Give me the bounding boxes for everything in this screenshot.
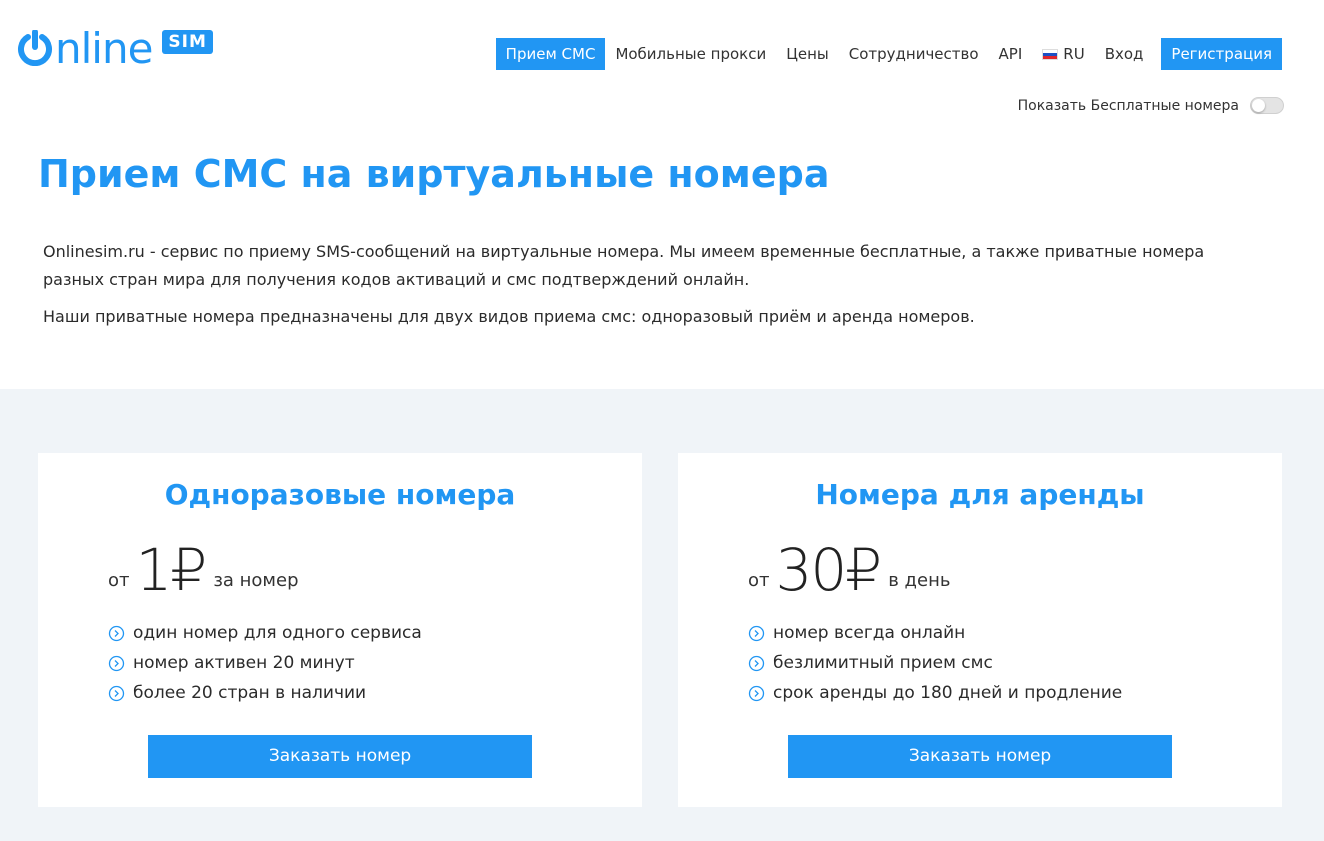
intro-text: Onlinesim.ru - сервис по приему SMS-сооб…	[43, 238, 1253, 331]
main-nav: Прием СМС Мобильные прокси Цены Сотрудни…	[495, 38, 1282, 70]
nav-item-api[interactable]: API	[989, 38, 1033, 70]
free-numbers-label: Показать Бесплатные номера	[1017, 97, 1239, 114]
order-one-time-button[interactable]: Заказать номер	[148, 735, 532, 778]
nav-label: Вход	[1104, 45, 1144, 63]
feature-item: срок аренды до 180 дней и продление	[748, 678, 1122, 708]
order-rent-button[interactable]: Заказать номер	[788, 735, 1172, 778]
plan-title: Одноразовые номера	[164, 478, 516, 511]
free-numbers-toggle-row: Показать Бесплатные номера	[1018, 97, 1284, 114]
nav-label: Сотрудничество	[848, 45, 979, 63]
language-selector[interactable]: RU	[1032, 38, 1094, 70]
nav-item-prices[interactable]: Цены	[776, 38, 839, 70]
intro-paragraph: Наши приватные номера предназначены для …	[43, 307, 975, 326]
register-button[interactable]: Регистрация	[1161, 38, 1282, 70]
feature-text: более 20 стран в наличии	[133, 683, 367, 703]
price-prefix: от	[108, 570, 130, 591]
nav-item-receive-sms[interactable]: Прием СМС	[495, 38, 606, 70]
site-header: nline SIM Прием СМС Мобильные прокси Цен…	[0, 0, 1324, 130]
price-value: 30₽	[775, 536, 883, 604]
logo-sim-badge: SIM	[162, 30, 213, 54]
nav-label: API	[998, 45, 1023, 63]
arrow-circle-icon	[748, 655, 765, 671]
nav-label: Прием СМС	[505, 45, 596, 63]
nav-label: Цены	[786, 45, 829, 63]
nav-label: Мобильные прокси	[615, 45, 767, 63]
arrow-circle-icon	[748, 685, 765, 701]
feature-text: номер активен 20 минут	[133, 653, 355, 673]
russia-flag-icon	[1042, 48, 1059, 60]
price-unit: за номер	[213, 570, 299, 591]
page-title: Прием СМС на виртуальные номера	[38, 152, 830, 196]
plan-features: один номер для одного сервиса номер акти…	[108, 618, 422, 708]
plan-features: номер всегда онлайн безлимитный прием см…	[748, 618, 1122, 708]
nav-item-login[interactable]: Вход	[1095, 38, 1154, 70]
price-prefix: от	[748, 570, 770, 591]
plan-price: от 30₽ в день	[748, 541, 950, 599]
nav-item-partnership[interactable]: Сотрудничество	[839, 38, 989, 70]
feature-text: один номер для одного сервиса	[133, 623, 422, 643]
price-value: 1₽	[135, 536, 208, 604]
free-numbers-switch[interactable]	[1250, 97, 1284, 114]
price-unit: в день	[888, 570, 951, 591]
plan-title: Номера для аренды	[815, 478, 1145, 511]
nav-item-mobile-proxy[interactable]: Мобильные прокси	[605, 38, 776, 70]
logo-wordmark: nline	[55, 24, 153, 73]
plan-price: от 1₽ за номер	[108, 541, 299, 599]
feature-item: номер всегда онлайн	[748, 618, 1122, 648]
plan-card-one-time: Одноразовые номера от 1₽ за номер один н…	[38, 453, 642, 807]
feature-text: срок аренды до 180 дней и продление	[773, 683, 1123, 703]
feature-item: безлимитный прием смс	[748, 648, 1122, 678]
feature-item: один номер для одного сервиса	[108, 618, 422, 648]
onlinesim-logo[interactable]: nline SIM	[17, 14, 213, 70]
power-icon	[18, 30, 52, 66]
arrow-circle-icon	[748, 625, 765, 641]
arrow-circle-icon	[108, 685, 125, 701]
feature-text: номер всегда онлайн	[773, 623, 966, 643]
feature-item: более 20 стран в наличии	[108, 678, 422, 708]
feature-text: безлимитный прием смс	[773, 653, 993, 673]
arrow-circle-icon	[108, 655, 125, 671]
nav-label: RU	[1063, 45, 1085, 63]
feature-item: номер активен 20 минут	[108, 648, 422, 678]
plan-card-rent: Номера для аренды от 30₽ в день номер вс…	[678, 453, 1282, 807]
arrow-circle-icon	[108, 625, 125, 641]
intro-paragraph: Onlinesim.ru - сервис по приему SMS-сооб…	[43, 242, 1205, 289]
nav-label: Регистрация	[1171, 45, 1272, 63]
